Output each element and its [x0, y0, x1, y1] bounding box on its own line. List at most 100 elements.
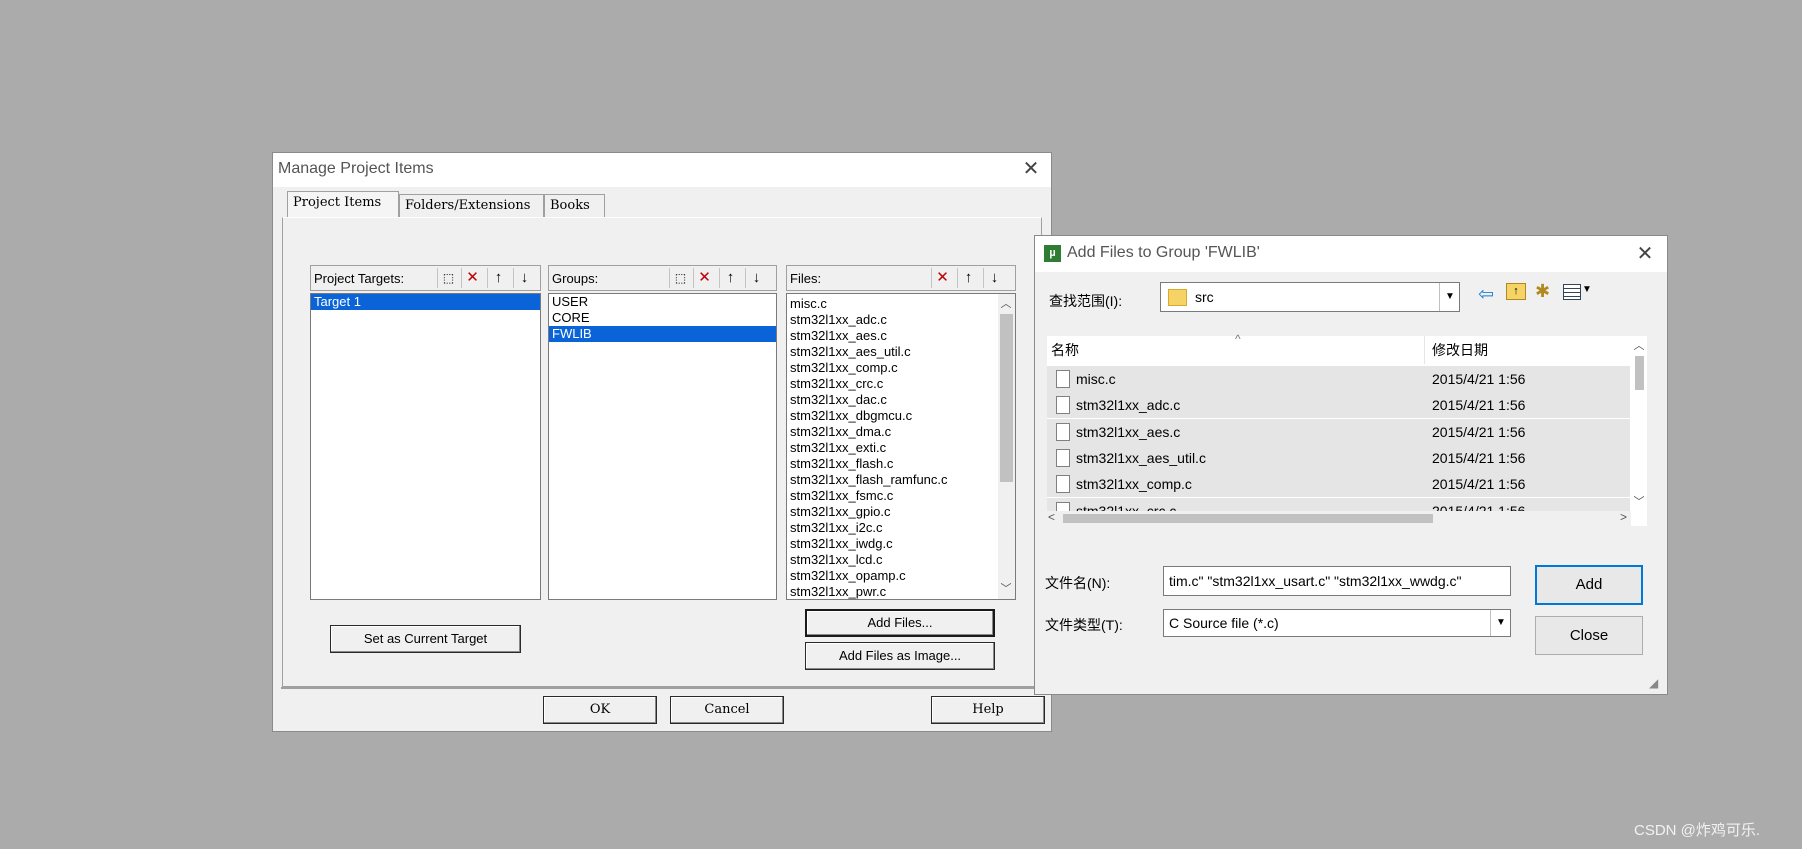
- list-item[interactable]: CORE: [549, 310, 776, 326]
- filename-input[interactable]: tim.c" "stm32l1xx_usart.c" "stm32l1xx_ww…: [1163, 566, 1511, 596]
- cancel-button[interactable]: Cancel: [670, 696, 784, 724]
- look-in-select[interactable]: src ▼: [1160, 282, 1460, 312]
- add-files-button[interactable]: Add Files...: [805, 609, 995, 637]
- file-date: 2015/4/21 1:56: [1432, 371, 1526, 387]
- list-item[interactable]: stm32l1xx_dbgmcu.c: [787, 408, 997, 424]
- delete-target-icon[interactable]: ✕: [461, 268, 483, 288]
- table-row[interactable]: stm32l1xx_aes_util.c 2015/4/21 1:56: [1047, 444, 1630, 471]
- file-icon: [1056, 475, 1070, 494]
- scroll-thumb[interactable]: [1000, 314, 1013, 482]
- list-item[interactable]: stm32l1xx_adc.c: [787, 312, 997, 328]
- back-icon[interactable]: ⇦: [1478, 283, 1494, 306]
- file-name: stm32l1xx_aes_util.c: [1076, 449, 1206, 466]
- table-row[interactable]: stm32l1xx_comp.c 2015/4/21 1:56: [1047, 471, 1630, 498]
- files-scrollbar[interactable]: ︿ ﹀: [998, 294, 1015, 599]
- resize-grip-icon[interactable]: ◢: [1649, 676, 1658, 690]
- file-name: misc.c: [1076, 371, 1116, 387]
- chevron-down-icon[interactable]: ▼: [1490, 610, 1510, 636]
- ok-button[interactable]: OK: [543, 696, 657, 724]
- chevron-down-icon[interactable]: ▼: [1439, 283, 1459, 311]
- chevron-down-icon[interactable]: ▼: [1582, 284, 1592, 295]
- tab-folders-extensions[interactable]: Folders/Extensions: [399, 194, 544, 218]
- list-item[interactable]: stm32l1xx_dac.c: [787, 392, 997, 408]
- groups-label: Groups:: [552, 271, 599, 286]
- vertical-scrollbar[interactable]: ︿ ﹀: [1631, 336, 1647, 511]
- list-item[interactable]: stm32l1xx_aes.c: [787, 328, 997, 344]
- scroll-up-icon[interactable]: ︿: [1631, 338, 1647, 354]
- list-item[interactable]: stm32l1xx_opamp.c: [787, 568, 997, 584]
- look-in-label: 查找范围(I):: [1049, 293, 1123, 309]
- table-row[interactable]: stm32l1xx_adc.c 2015/4/21 1:56: [1047, 392, 1630, 419]
- view-menu-icon[interactable]: [1563, 284, 1581, 300]
- column-header-name[interactable]: 名称: [1051, 336, 1079, 364]
- files-header: Files: ✕ ↑ ↓: [786, 265, 1016, 291]
- delete-group-icon[interactable]: ✕: [693, 268, 715, 288]
- dialog-title: Add Files to Group 'FWLIB': [1067, 244, 1260, 261]
- scroll-up-icon[interactable]: ︿: [998, 296, 1014, 312]
- scroll-right-icon[interactable]: >: [1620, 510, 1627, 524]
- list-item[interactable]: stm32l1xx_iwdg.c: [787, 536, 997, 552]
- add-files-as-image-button[interactable]: Add Files as Image...: [805, 642, 995, 670]
- list-item[interactable]: stm32l1xx_crc.c: [787, 376, 997, 392]
- move-down-icon[interactable]: ↓: [983, 268, 1005, 288]
- up-folder-icon[interactable]: ↑: [1506, 283, 1526, 300]
- list-item[interactable]: stm32l1xx_aes_util.c: [787, 344, 997, 360]
- table-row[interactable]: misc.c 2015/4/21 1:56: [1047, 366, 1630, 392]
- list-item[interactable]: stm32l1xx_flash_ramfunc.c: [787, 472, 997, 488]
- list-item[interactable]: stm32l1xx_exti.c: [787, 440, 997, 456]
- file-name: stm32l1xx_adc.c: [1076, 397, 1181, 414]
- file-name: stm32l1xx_comp.c: [1076, 476, 1192, 493]
- list-item[interactable]: USER: [549, 294, 776, 310]
- scroll-down-icon[interactable]: ﹀: [1631, 494, 1647, 510]
- close-button[interactable]: Close: [1535, 616, 1643, 655]
- list-item[interactable]: stm32l1xx_flash.c: [787, 456, 997, 472]
- file-list[interactable]: 名称 ^ 修改日期 misc.c 2015/4/21 1:56 stm32l1xx_…: [1047, 332, 1647, 526]
- set-current-target-button[interactable]: Set as Current Target: [330, 625, 521, 653]
- list-item[interactable]: stm32l1xx_comp.c: [787, 360, 997, 376]
- column-header-date[interactable]: 修改日期: [1432, 336, 1488, 364]
- move-up-icon[interactable]: ↑: [719, 268, 741, 288]
- new-folder-icon[interactable]: ✱: [1535, 281, 1550, 302]
- filetype-select[interactable]: C Source file (*.c) ▼: [1163, 609, 1511, 637]
- scroll-down-icon[interactable]: ﹀: [998, 581, 1014, 597]
- move-up-icon[interactable]: ↑: [957, 268, 979, 288]
- horizontal-scrollbar[interactable]: < >: [1047, 510, 1631, 526]
- close-icon[interactable]: ✕: [1635, 244, 1655, 264]
- file-date: 2015/4/21 1:56: [1432, 449, 1526, 466]
- scroll-left-icon[interactable]: <: [1048, 510, 1055, 524]
- list-item[interactable]: Target 1: [311, 294, 540, 310]
- scroll-thumb[interactable]: [1063, 514, 1433, 523]
- file-rows: misc.c 2015/4/21 1:56 stm32l1xx_adc.c 2015/…: [1047, 366, 1630, 511]
- list-item[interactable]: stm32l1xx_pwr.c: [787, 584, 997, 599]
- new-target-icon[interactable]: ⬚: [437, 268, 459, 288]
- table-row[interactable]: stm32l1xx_crc.c 2015/4/21 1:56: [1047, 497, 1630, 511]
- list-item[interactable]: stm32l1xx_dma.c: [787, 424, 997, 440]
- list-item[interactable]: stm32l1xx_fsmc.c: [787, 488, 997, 504]
- list-item[interactable]: stm32l1xx_i2c.c: [787, 520, 997, 536]
- table-row[interactable]: stm32l1xx_aes.c 2015/4/21 1:56: [1047, 418, 1630, 445]
- title-bar: µ Add Files to Group 'FWLIB' ✕: [1035, 236, 1667, 272]
- project-targets-label: Project Targets:: [314, 271, 405, 286]
- targets-list[interactable]: Target 1: [310, 293, 541, 600]
- list-item[interactable]: stm32l1xx_gpio.c: [787, 504, 997, 520]
- list-item[interactable]: FWLIB: [549, 326, 776, 342]
- move-up-icon[interactable]: ↑: [487, 268, 509, 288]
- list-item[interactable]: misc.c: [787, 296, 997, 312]
- tab-books[interactable]: Books: [544, 194, 605, 218]
- delete-file-icon[interactable]: ✕: [931, 268, 953, 288]
- scroll-thumb[interactable]: [1635, 356, 1644, 390]
- divider: [281, 687, 1043, 689]
- tab-project-items[interactable]: Project Items: [287, 191, 399, 218]
- groups-list[interactable]: USER CORE FWLIB: [548, 293, 777, 600]
- file-icon: [1056, 448, 1070, 467]
- list-item[interactable]: stm32l1xx_lcd.c: [787, 552, 997, 568]
- help-button[interactable]: Help: [931, 696, 1045, 724]
- add-button[interactable]: Add: [1535, 565, 1643, 605]
- new-group-icon[interactable]: ⬚: [669, 268, 691, 288]
- files-list[interactable]: misc.c stm32l1xx_adc.c stm32l1xx_aes.c stm3…: [786, 293, 1016, 600]
- move-down-icon[interactable]: ↓: [745, 268, 767, 288]
- filename-label: 文件名(N):: [1045, 575, 1111, 591]
- move-down-icon[interactable]: ↓: [513, 268, 535, 288]
- add-files-dialog: µ Add Files to Group 'FWLIB' ✕ 查找范围(I): …: [1034, 235, 1668, 695]
- close-icon[interactable]: ✕: [1021, 159, 1041, 179]
